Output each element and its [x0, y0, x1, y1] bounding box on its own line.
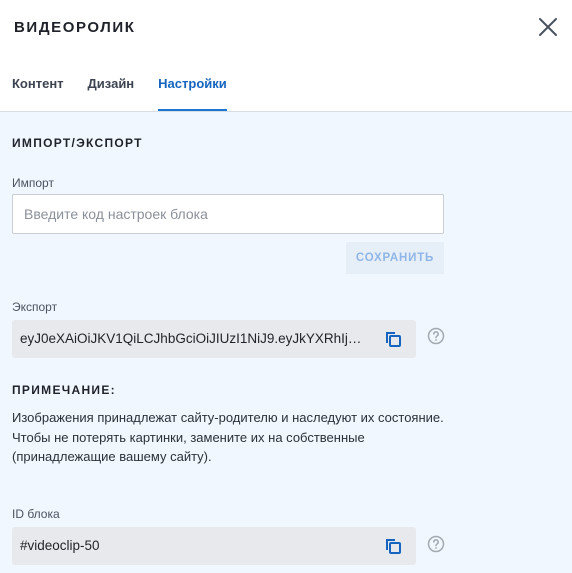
settings-panel: ИМПОРТ/ЭКСПОРТ Импорт СОХРАНИТЬ Экспорт … [0, 112, 572, 573]
import-input[interactable] [12, 194, 444, 234]
tab-design[interactable]: Дизайн [88, 76, 135, 111]
block-id-field: #videoclip-50 [12, 527, 416, 565]
help-circle-icon[interactable] [427, 327, 445, 345]
copy-icon[interactable] [383, 329, 403, 349]
help-circle-icon[interactable] [427, 535, 445, 553]
import-export-heading: ИМПОРТ/ЭКСПОРТ [12, 136, 143, 150]
save-button[interactable]: СОХРАНИТЬ [346, 242, 444, 274]
tab-settings[interactable]: Настройки [158, 76, 227, 111]
export-value: eyJ0eXAiOiJKV1QiLCJhbGciOiJIUzI1NiJ9.eyJ… [20, 331, 362, 346]
tab-bar: Контент Дизайн Настройки [12, 76, 251, 111]
tab-content[interactable]: Контент [12, 76, 64, 111]
close-icon[interactable] [536, 15, 560, 39]
export-field: eyJ0eXAiOiJKV1QiLCJhbGciOiJIUzI1NiJ9.eyJ… [12, 320, 416, 358]
modal-header: ВИДЕОРОЛИК Контент Дизайн Настройки [0, 0, 572, 112]
block-id-label: ID блока [12, 507, 60, 521]
copy-icon[interactable] [383, 536, 403, 556]
import-label: Импорт [12, 176, 54, 190]
note-heading: ПРИМЕЧАНИЕ: [12, 383, 116, 397]
note-text: Изображения принадлежат сайту-родителю и… [12, 410, 444, 464]
modal-title: ВИДЕОРОЛИК [14, 19, 136, 36]
block-id-value: #videoclip-50 [20, 538, 100, 553]
export-label: Экспорт [12, 300, 58, 314]
